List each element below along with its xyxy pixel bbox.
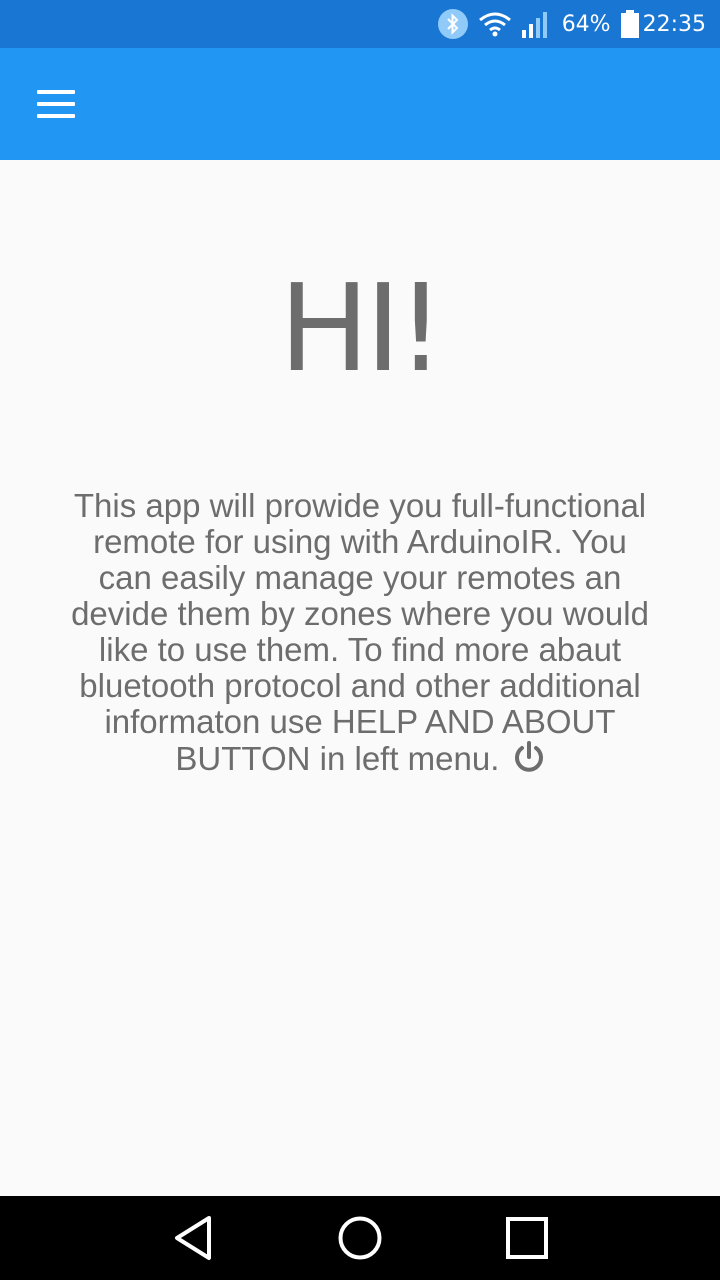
main-content: HI! This app will prowide you full-funct… [0, 160, 720, 1196]
home-icon[interactable] [330, 1208, 390, 1268]
intro-text: This app will prowide you full-functiona… [71, 487, 649, 777]
signal-icon [521, 10, 552, 38]
battery-percent: 64% [561, 11, 611, 37]
power-icon [513, 740, 545, 781]
clock: 22:35 [642, 11, 706, 37]
back-icon[interactable] [163, 1208, 223, 1268]
system-nav-bar [0, 1196, 720, 1280]
wifi-icon [478, 11, 512, 37]
greeting-heading: HI! [279, 260, 445, 399]
status-bar: 64% 22:35 [0, 0, 720, 48]
bluetooth-icon [437, 9, 468, 39]
hamburger-menu-icon[interactable] [26, 78, 86, 130]
battery-icon [620, 10, 639, 38]
intro-text-block: This app will prowide you full-functiona… [70, 488, 650, 781]
recents-icon[interactable] [497, 1208, 557, 1268]
app-bar [0, 48, 720, 160]
